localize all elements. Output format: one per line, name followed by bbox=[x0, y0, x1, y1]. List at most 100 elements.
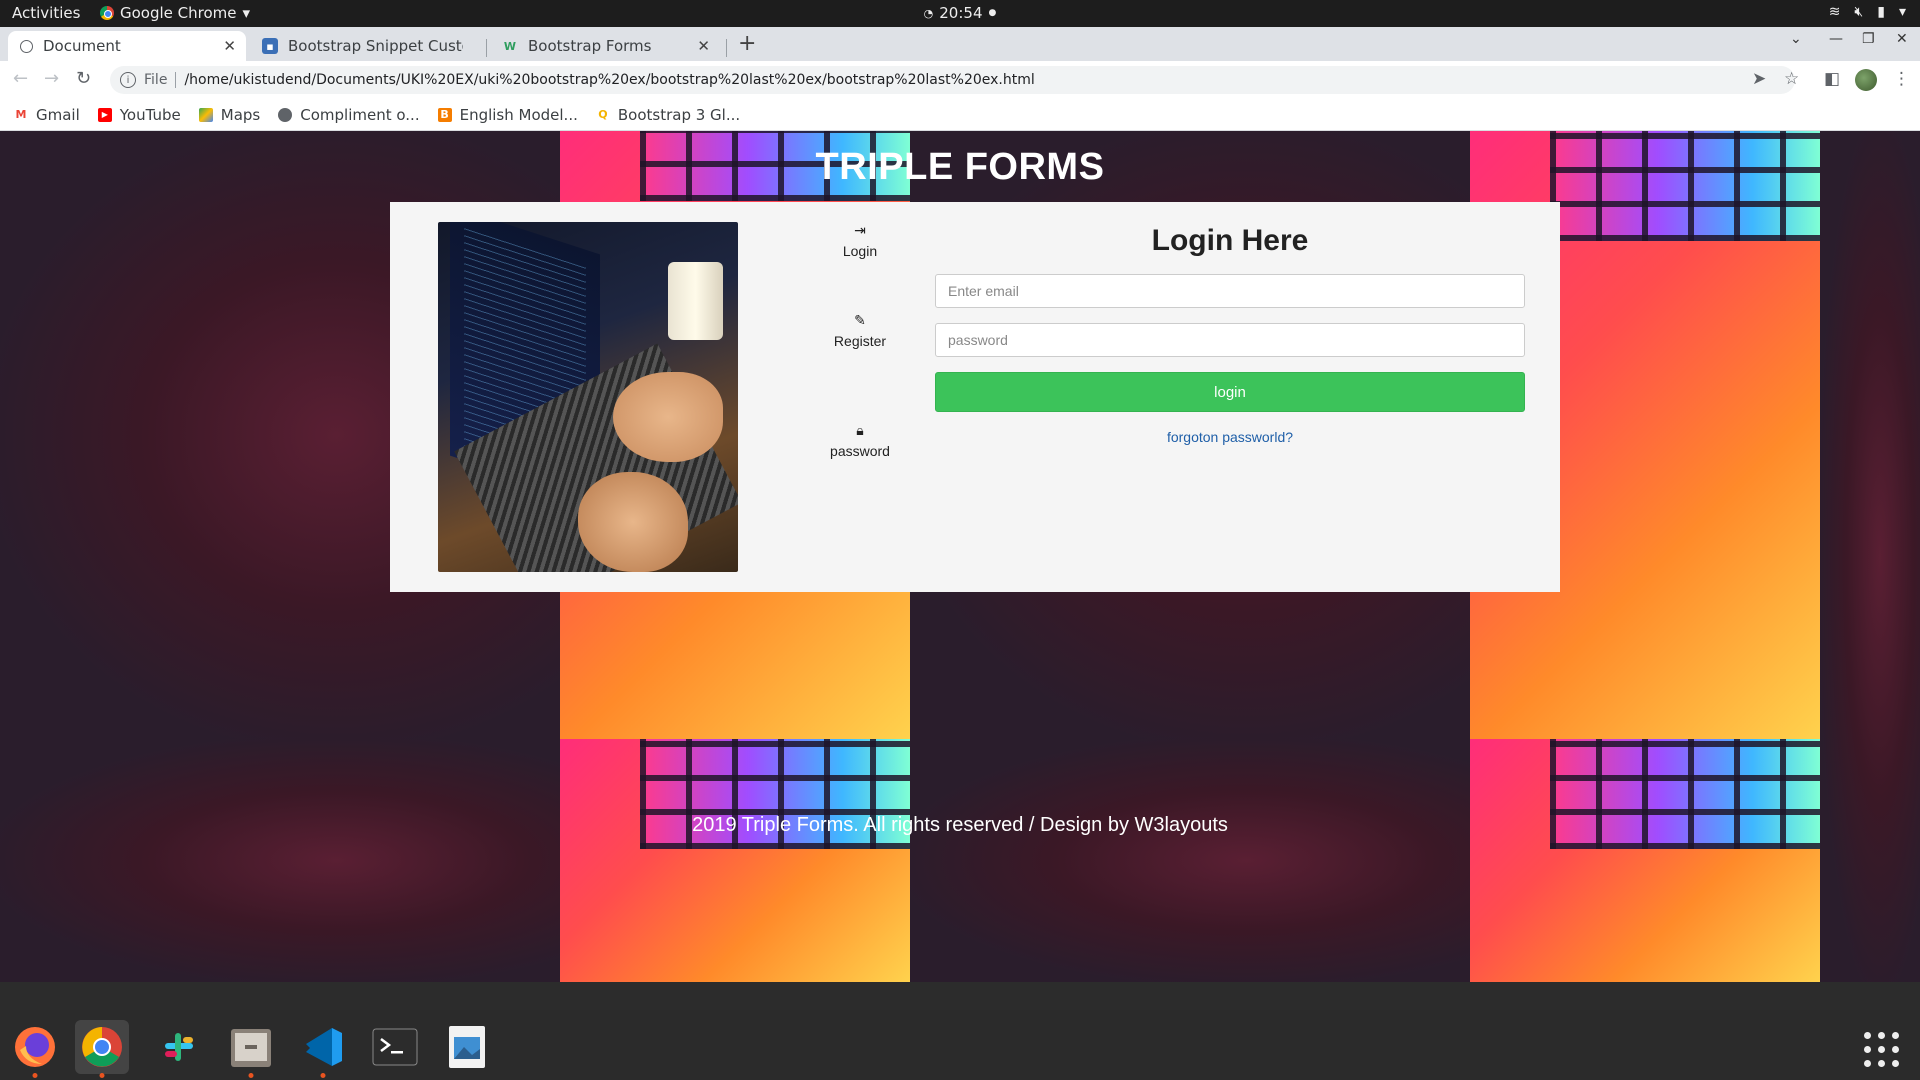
page-title: TRIPLE FORMS bbox=[815, 146, 1105, 188]
image-viewer-icon bbox=[449, 1026, 485, 1068]
running-indicator bbox=[248, 1073, 254, 1078]
email-field[interactable] bbox=[935, 274, 1525, 308]
login-button[interactable]: login bbox=[935, 372, 1525, 412]
bookmark-label: Maps bbox=[220, 105, 261, 124]
bookmark-label: YouTube bbox=[119, 105, 181, 124]
address-url: /home/ukistudend/Documents/UKI%20EX/uki%… bbox=[184, 72, 1035, 88]
blogger-icon: B bbox=[437, 107, 452, 122]
youtube-icon: ▶ bbox=[97, 107, 112, 122]
clock[interactable]: ◔ 20:54 ● bbox=[924, 4, 997, 22]
footer-copyright: 2019 Triple Forms. All rights reserved /… bbox=[692, 814, 1228, 836]
bookmarks-bar: M Gmail ▶ YouTube Maps Compliment o... B… bbox=[0, 99, 1920, 131]
bookmark-youtube[interactable]: ▶ YouTube bbox=[97, 105, 181, 124]
dock-vscode[interactable] bbox=[296, 1020, 350, 1078]
nav-register[interactable]: ✎ Register bbox=[810, 312, 910, 349]
bookmark-label: Bootstrap 3 Gl... bbox=[617, 105, 741, 124]
background-image bbox=[1820, 131, 1920, 982]
hand bbox=[613, 372, 723, 462]
globe-icon bbox=[20, 39, 33, 53]
bookmark-english-model[interactable]: B English Model... bbox=[437, 105, 578, 124]
menu-kebab-icon[interactable]: ⋮ bbox=[1893, 69, 1910, 89]
tab-search-icon[interactable]: ⌄ bbox=[1790, 31, 1802, 47]
close-window-icon[interactable]: ✕ bbox=[1896, 31, 1908, 47]
running-indicator bbox=[99, 1073, 105, 1078]
bookmark-label: Gmail bbox=[36, 105, 80, 124]
minimize-icon[interactable]: — bbox=[1829, 31, 1843, 47]
nav-password[interactable]: 🔒︎ password bbox=[810, 422, 910, 459]
bookmark-maps[interactable]: Maps bbox=[198, 105, 261, 124]
volume-muted-icon: 🔇︎ bbox=[1854, 4, 1864, 20]
chevron-down-icon: ▾ bbox=[242, 4, 251, 22]
chevron-down-icon: ▾ bbox=[1898, 4, 1906, 20]
dock-image-viewer[interactable] bbox=[440, 1020, 494, 1074]
restore-icon[interactable]: ❐ bbox=[1862, 31, 1875, 47]
password-field[interactable] bbox=[935, 323, 1525, 357]
clock-time: 20:54 bbox=[939, 4, 983, 22]
dock-terminal[interactable] bbox=[368, 1020, 422, 1074]
bookmark-bootstrap-3[interactable]: Q Bootstrap 3 Gl... bbox=[596, 106, 740, 124]
dock-firefox[interactable] bbox=[8, 1020, 62, 1078]
activities-button[interactable]: Activities bbox=[12, 4, 80, 22]
send-icon[interactable]: ➤ bbox=[1752, 69, 1766, 89]
bookmark-label: Compliment o... bbox=[300, 105, 420, 124]
background-image bbox=[910, 739, 1470, 982]
close-tab-icon[interactable]: ✕ bbox=[223, 37, 236, 55]
alarm-icon: ◔ bbox=[923, 6, 934, 20]
background-image bbox=[0, 739, 560, 982]
tab-document[interactable]: Document ✕ bbox=[8, 31, 246, 61]
tab-label: Bootstrap Forms bbox=[528, 37, 652, 55]
address-bar[interactable]: i File /home/ukistudend/Documents/UKI%20… bbox=[110, 66, 1795, 94]
slack-icon bbox=[165, 1033, 193, 1061]
form-card: ⇥ Login ✎ Register 🔒︎ password Login Her… bbox=[390, 202, 1560, 592]
hand bbox=[578, 472, 688, 572]
new-tab-icon[interactable]: + bbox=[738, 31, 756, 56]
pencil-icon: ✎ bbox=[854, 312, 866, 328]
chrome-icon bbox=[82, 1027, 122, 1067]
forward-icon[interactable]: → bbox=[44, 68, 59, 89]
nav-label: Login bbox=[842, 243, 878, 259]
tab-strip: Document ✕ ▪ Bootstrap Snippet Custor W … bbox=[0, 27, 1920, 61]
tab-label: Document bbox=[43, 37, 121, 55]
bookmark-star-icon[interactable]: ☆ bbox=[1784, 69, 1799, 89]
system-top-bar: Activities Google Chrome ▾ ◔ 20:54 ● ≋ 🔇… bbox=[0, 0, 1920, 27]
running-indicator bbox=[320, 1073, 326, 1078]
search-icon: Q bbox=[598, 108, 608, 121]
coffee-mug bbox=[668, 262, 723, 340]
vscode-icon bbox=[306, 1028, 342, 1066]
show-applications-icon[interactable] bbox=[1864, 1032, 1899, 1067]
app-menu[interactable]: Google Chrome ▾ bbox=[100, 4, 250, 22]
bookmark-compliment[interactable]: Compliment o... bbox=[278, 105, 420, 124]
terminal-icon bbox=[372, 1028, 418, 1066]
nav-label: password bbox=[830, 443, 890, 459]
reload-icon[interactable]: ↻ bbox=[76, 68, 91, 89]
chrome-icon bbox=[100, 6, 114, 20]
dock-slack[interactable] bbox=[152, 1020, 206, 1074]
system-tray[interactable]: ≋ 🔇︎ ▮ ▾ bbox=[1829, 4, 1906, 20]
w3layouts-icon: W bbox=[503, 39, 517, 53]
dock-chrome[interactable] bbox=[75, 1020, 129, 1078]
wifi-icon: ≋ bbox=[1828, 4, 1841, 20]
tab-separator bbox=[726, 39, 727, 57]
maps-icon bbox=[198, 107, 213, 122]
app-menu-label: Google Chrome bbox=[120, 4, 237, 22]
address-divider bbox=[175, 72, 177, 88]
firefox-icon bbox=[15, 1027, 55, 1067]
dock-files[interactable] bbox=[224, 1020, 278, 1078]
bookmark-label: English Model... bbox=[459, 105, 578, 124]
close-tab-icon[interactable]: ✕ bbox=[697, 37, 710, 55]
info-icon[interactable]: i bbox=[120, 72, 136, 88]
files-icon bbox=[231, 1029, 271, 1067]
nav-login[interactable]: ⇥ Login bbox=[810, 222, 910, 259]
gmail-icon: M bbox=[15, 108, 27, 121]
side-panel-icon[interactable]: ◧ bbox=[1824, 69, 1840, 89]
bookmark-gmail[interactable]: M Gmail bbox=[14, 106, 80, 124]
tab-bootstrap-snippet[interactable]: ▪ Bootstrap Snippet Custor bbox=[250, 31, 482, 61]
tab-bootstrap-forms[interactable]: W Bootstrap Forms ✕ bbox=[490, 31, 720, 61]
forgot-password-link[interactable]: forgoton passworld? bbox=[935, 429, 1525, 445]
form-title: Login Here bbox=[1151, 224, 1309, 257]
sign-in-icon: ⇥ bbox=[854, 222, 866, 238]
profile-avatar[interactable] bbox=[1855, 69, 1877, 91]
notification-dot-icon: ● bbox=[988, 8, 997, 18]
back-icon[interactable]: ← bbox=[13, 68, 28, 89]
tab-separator bbox=[486, 39, 487, 57]
